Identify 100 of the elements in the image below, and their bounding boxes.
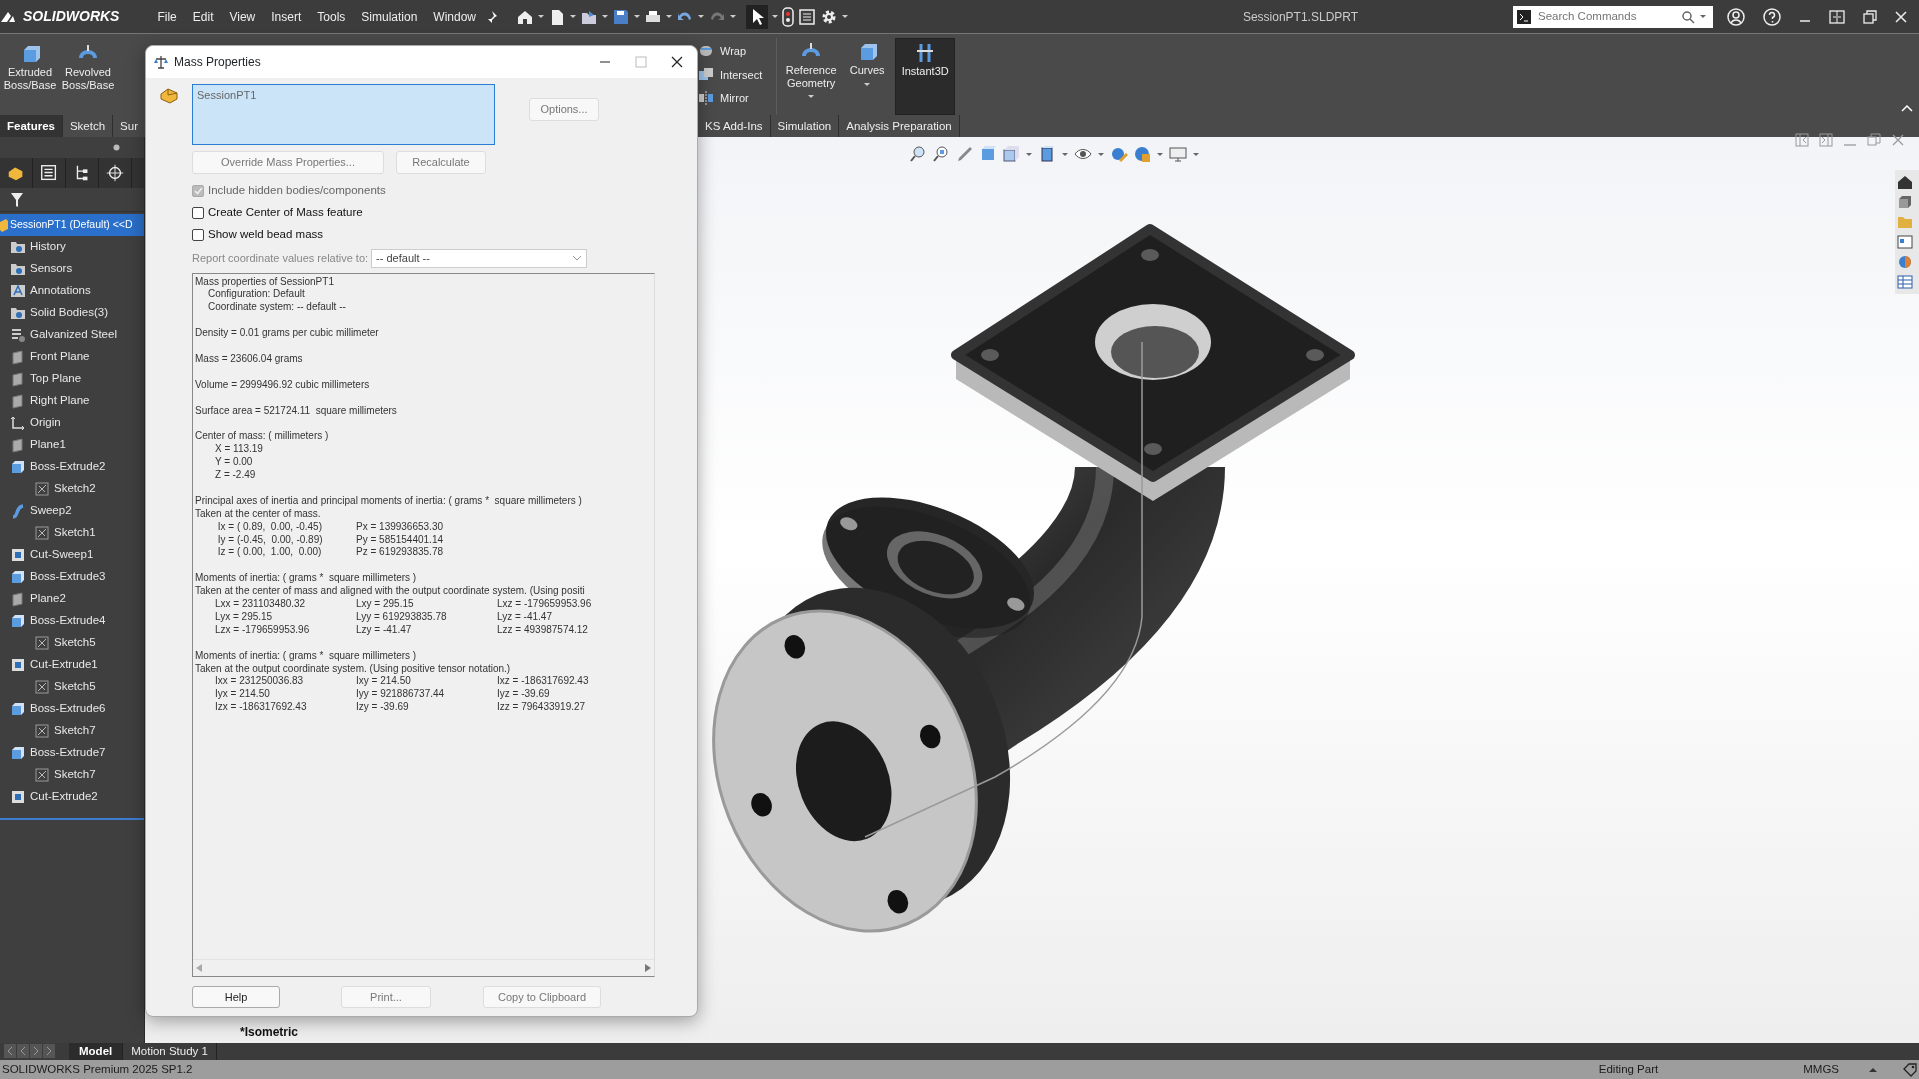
caret-icon[interactable]	[1869, 1066, 1877, 1073]
checkbox[interactable]	[192, 228, 204, 241]
tree-item[interactable]: Boss-Extrude3	[0, 566, 144, 588]
zoom-area-icon[interactable]	[933, 145, 951, 163]
tree-item[interactable]: Top Plane	[0, 368, 144, 390]
appearance-sphere-icon[interactable]	[1110, 145, 1128, 163]
tree-item[interactable]: Sketch5	[0, 632, 144, 654]
table-icon[interactable]	[1897, 274, 1913, 290]
command-tab[interactable]: Features	[0, 115, 63, 137]
tree-item[interactable]: Boss-Extrude7	[0, 742, 144, 764]
filter-icon[interactable]	[10, 191, 24, 208]
search-box[interactable]: Search Commands	[1513, 5, 1713, 28]
menu-item[interactable]: Edit	[184, 7, 222, 26]
tile-left-icon[interactable]	[1795, 133, 1809, 147]
scroll-left-icon[interactable]	[17, 1044, 29, 1058]
caret-icon[interactable]	[538, 15, 545, 18]
ribbon-button[interactable]: Extruded Boss/Base	[2, 40, 58, 109]
cube-icon[interactable]	[1897, 194, 1913, 210]
caret-icon[interactable]	[602, 15, 609, 18]
tree-item[interactable]: Sketch5	[0, 676, 144, 698]
scroll-right-icon[interactable]	[30, 1044, 42, 1058]
tree-item[interactable]: Sensors	[0, 258, 144, 280]
ribbon-button[interactable]: Reference Geometry	[783, 38, 840, 115]
caret-icon[interactable]	[634, 15, 641, 18]
scene-sphere-icon[interactable]	[1133, 145, 1151, 163]
scroll-right-icon[interactable]	[43, 1044, 55, 1058]
tree-item[interactable]: Boss-Extrude4	[0, 610, 144, 632]
splitter-handle-icon[interactable]	[113, 144, 120, 151]
property-list-icon[interactable]	[39, 163, 59, 183]
tree-item[interactable]: Front Plane	[0, 346, 144, 368]
menu-item[interactable]: View	[221, 7, 264, 26]
tile-windows-icon[interactable]	[1829, 9, 1845, 24]
menu-item[interactable]: Simulation	[353, 7, 426, 26]
tree-item[interactable]: Sketch7	[0, 720, 144, 742]
display-style-icon[interactable]	[1038, 145, 1056, 163]
tree-item[interactable]: Annotations	[0, 280, 144, 302]
ribbon-button[interactable]: Wrap	[698, 43, 763, 60]
bottom-tab[interactable]: Model	[69, 1043, 124, 1060]
appearance-sphere-icon[interactable]	[1897, 254, 1913, 270]
restore-icon[interactable]	[1867, 133, 1881, 147]
view-palette-icon[interactable]	[1897, 234, 1913, 250]
crosshair-icon[interactable]	[105, 163, 125, 183]
menu-item[interactable]: Tools	[309, 7, 354, 26]
checkbox[interactable]	[192, 206, 204, 219]
close-icon[interactable]	[1891, 133, 1905, 147]
tree-item[interactable]: Right Plane	[0, 390, 144, 412]
search-field[interactable]: Search Commands	[1536, 6, 1676, 27]
menu-item[interactable]: Insert	[263, 7, 310, 26]
list-icon[interactable]	[798, 7, 817, 26]
ribbon-button[interactable]: Curves	[839, 38, 896, 115]
tree-item[interactable]: Solid Bodies(3)	[0, 302, 144, 324]
restore-icon[interactable]	[1863, 9, 1877, 24]
selection-list[interactable]: SessionPT1	[192, 84, 495, 145]
tree-item[interactable]: Sketch1	[0, 522, 144, 544]
tags-icon[interactable]	[1903, 1062, 1917, 1077]
pencil-icon[interactable]	[956, 145, 974, 163]
tree-item[interactable]: Boss-Extrude2	[0, 456, 144, 478]
save-icon[interactable]	[612, 7, 631, 26]
user-account-icon[interactable]	[1727, 7, 1745, 26]
caret-icon[interactable]	[698, 15, 705, 18]
dialog-button[interactable]: Help	[192, 985, 280, 1008]
tree-item[interactable]: Galvanized Steel	[0, 324, 144, 346]
tree-item[interactable]: Plane1	[0, 434, 144, 456]
caret-icon[interactable]	[666, 15, 673, 18]
tree-item[interactable]: History	[0, 236, 144, 258]
coordinate-dropdown[interactable]: -- default --	[371, 248, 588, 268]
ribbon-button[interactable]: Mirror	[698, 90, 763, 107]
menu-item[interactable]: Window	[425, 7, 485, 26]
tree-item[interactable]: Cut-Extrude2	[0, 786, 144, 808]
menu-item[interactable]: File	[149, 7, 185, 26]
scroll-left-icon[interactable]	[4, 1044, 16, 1058]
ribbon-button[interactable]: Intersect	[698, 66, 763, 83]
tree-item[interactable]: Origin	[0, 412, 144, 434]
ribbon-button[interactable]: Revolved Boss/Base	[60, 40, 116, 109]
tree-item[interactable]: Sketch7	[0, 764, 144, 786]
caret-icon[interactable]	[730, 15, 737, 18]
monitor-icon[interactable]	[1169, 145, 1187, 163]
cube-view-icon[interactable]	[1002, 145, 1020, 163]
units-label[interactable]: MMGS	[1803, 1060, 1839, 1079]
caret-icon[interactable]	[842, 15, 849, 18]
tree-item[interactable]: SessionPT1 (Default) <<D	[0, 214, 144, 236]
scroll-right-icon[interactable]	[645, 963, 651, 972]
section-view-icon[interactable]	[979, 145, 997, 163]
tree-item[interactable]: Cut-Sweep1	[0, 544, 144, 566]
tile-right-icon[interactable]	[1819, 133, 1833, 147]
caret-icon[interactable]	[772, 15, 779, 18]
collapse-icon[interactable]	[1901, 104, 1913, 112]
report-text-area[interactable]	[192, 272, 655, 977]
tree-item[interactable]: Plane2	[0, 588, 144, 610]
tree-item[interactable]: Sweep2	[0, 500, 144, 522]
traffic-light-icon[interactable]	[782, 6, 795, 27]
caret-icon[interactable]	[570, 15, 577, 18]
tree-item[interactable]: Sketch2	[0, 478, 144, 500]
help-icon[interactable]	[1763, 7, 1781, 26]
tree-item[interactable]: Cut-Extrude1	[0, 654, 144, 676]
tree-item[interactable]: Boss-Extrude6	[0, 698, 144, 720]
zoom-fit-icon[interactable]	[910, 145, 928, 163]
home-icon[interactable]	[1897, 174, 1913, 190]
ribbon-button[interactable]: Instant3D	[895, 38, 956, 115]
close-icon[interactable]	[671, 56, 683, 68]
